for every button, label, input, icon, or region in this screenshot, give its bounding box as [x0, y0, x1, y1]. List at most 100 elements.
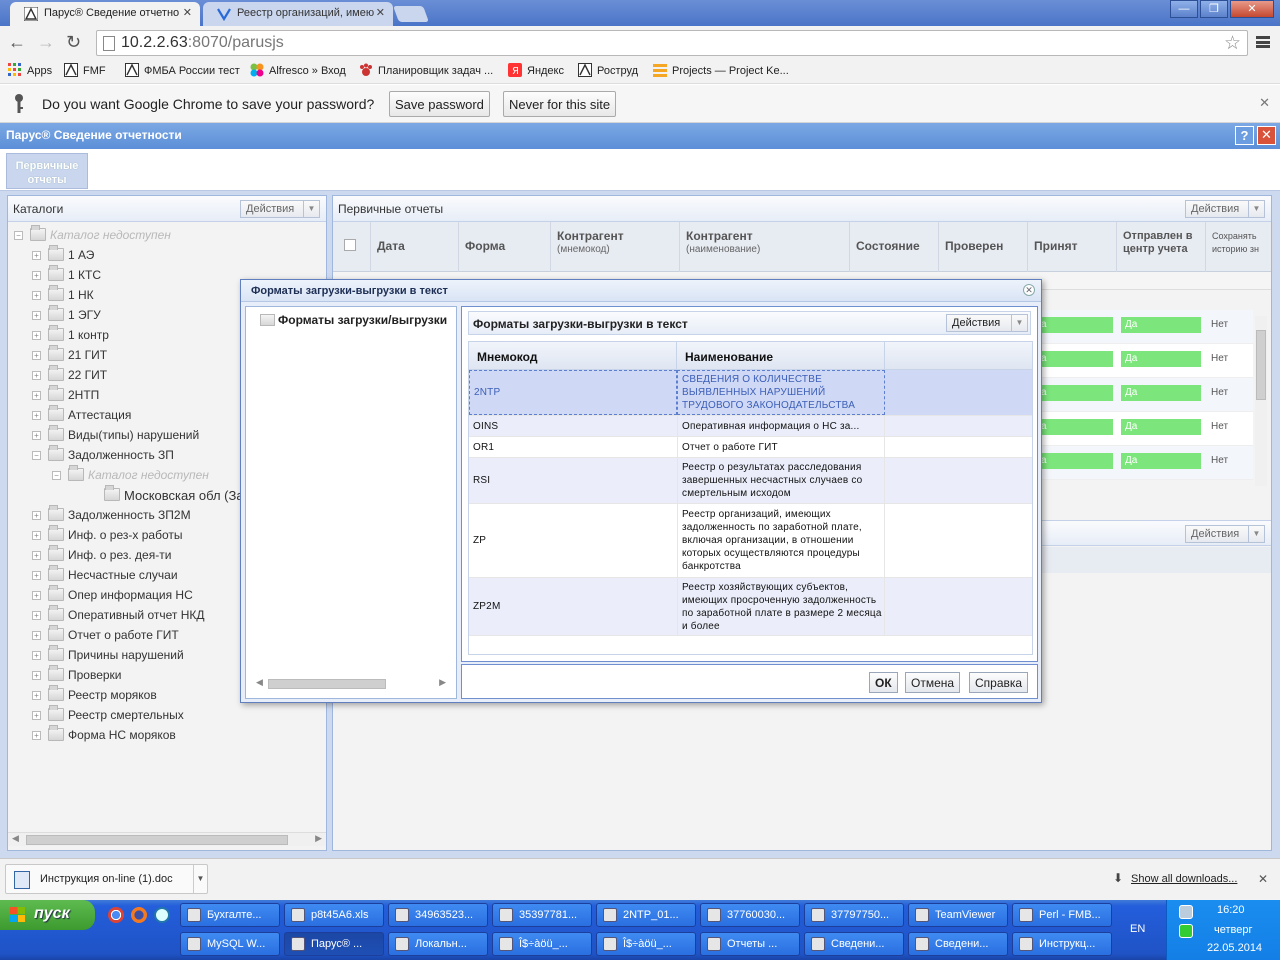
select-all-checkbox[interactable]	[344, 239, 356, 251]
bookmark-apps[interactable]: Apps	[8, 63, 52, 77]
expand-icon[interactable]: −	[52, 471, 61, 480]
taskbar-button[interactable]: Сведени...	[804, 932, 904, 956]
taskbar-button[interactable]: p8t45A6.xls	[284, 903, 384, 927]
expand-icon[interactable]: +	[32, 571, 41, 580]
col-checked[interactable]: Проверен	[939, 222, 1028, 272]
chrome-icon[interactable]	[108, 907, 124, 923]
bookmark-fmf[interactable]: FMF	[64, 63, 106, 77]
catalogs-hscroll[interactable]: ◀ ▶	[8, 832, 326, 846]
expand-icon[interactable]: +	[32, 671, 41, 680]
reload-icon[interactable]: ↻	[66, 32, 81, 53]
forward-icon[interactable]: →	[37, 32, 55, 53]
expand-icon[interactable]: +	[32, 271, 41, 280]
expand-icon[interactable]: +	[32, 311, 41, 320]
col-history[interactable]: Сохранять историю зн	[1206, 222, 1273, 272]
expand-icon[interactable]: +	[32, 291, 41, 300]
reports-actions-button[interactable]: Действия ▼	[1185, 200, 1265, 218]
expand-icon[interactable]: +	[32, 551, 41, 560]
table-row[interactable]: RSI Реестр о результатах расследования за…	[469, 458, 1032, 504]
show-all-downloads-link[interactable]: Show all downloads...	[1131, 873, 1237, 885]
taskbar-button[interactable]: Î$÷àöü_...	[596, 932, 696, 956]
help-button[interactable]: Справка	[969, 672, 1029, 693]
infobar-close-icon[interactable]: ✕	[1259, 95, 1270, 111]
taskbar-button[interactable]: Парус® ...	[284, 932, 384, 956]
expand-icon[interactable]: +	[32, 731, 41, 740]
expand-icon[interactable]: +	[32, 251, 41, 260]
taskbar-button[interactable]: 37797750...	[804, 903, 904, 927]
expand-icon[interactable]: −	[32, 451, 41, 460]
tree-node-formats[interactable]: Форматы загрузки/выгрузки	[260, 313, 452, 327]
expand-icon[interactable]: +	[32, 351, 41, 360]
close-window-button[interactable]: ✕	[1230, 0, 1274, 18]
expand-icon[interactable]: +	[32, 331, 41, 340]
detail-actions-button[interactable]: Действия ▼	[1185, 525, 1265, 543]
bookmark-planner[interactable]: Планировщик задач ...	[359, 63, 493, 77]
new-tab-button[interactable]	[393, 6, 429, 22]
expand-icon[interactable]: +	[32, 431, 41, 440]
save-password-button[interactable]: Save password	[389, 91, 490, 117]
table-row[interactable]: OINS Оперативная информация о НС за...	[469, 416, 1032, 437]
taskbar-button[interactable]: 2NTP_01...	[596, 903, 696, 927]
expand-icon[interactable]: −	[14, 231, 23, 240]
scroll-thumb[interactable]	[26, 835, 288, 845]
tab-parus[interactable]: Парус® Сведение отчетно ✕	[10, 2, 200, 26]
catalogs-actions-button[interactable]: Действия ▼	[240, 200, 320, 218]
expand-icon[interactable]: +	[32, 691, 41, 700]
taskbar-button[interactable]: Бухгалте...	[180, 903, 280, 927]
col-accepted[interactable]: Принят	[1028, 222, 1117, 272]
col-contractor-code[interactable]: Контрагент (мнемокод)	[551, 222, 680, 272]
taskbar-button[interactable]: 37760030...	[700, 903, 800, 927]
start-button[interactable]: пуск	[0, 900, 95, 930]
bookmark-star-icon[interactable]: ☆	[1224, 32, 1241, 55]
chevron-down-icon[interactable]: ▼	[193, 865, 207, 893]
taskbar-button[interactable]: Сведени...	[908, 932, 1008, 956]
url-text[interactable]: 10.2.2.63:8070/parusjs	[121, 34, 284, 52]
language-indicator[interactable]: EN	[1130, 923, 1145, 935]
expand-icon[interactable]: +	[32, 711, 41, 720]
address-bar[interactable]: 10.2.2.63:8070/parusjs ☆	[96, 30, 1248, 56]
dialog-tree-hscroll[interactable]: ◀ ▶	[246, 677, 456, 691]
tab-close-icon[interactable]: ✕	[183, 6, 192, 19]
cancel-button[interactable]: Отмена	[905, 672, 961, 693]
taskbar-button[interactable]: 34963523...	[388, 903, 488, 927]
taskbar-button[interactable]: Отчеты ...	[700, 932, 800, 956]
table-row[interactable]: OR1 Отчет о работе ГИТ	[469, 437, 1032, 458]
never-for-this-site-button[interactable]: Never for this site	[503, 91, 617, 117]
taskbar-button[interactable]: Perl - FMB...	[1012, 903, 1112, 927]
expand-icon[interactable]: +	[32, 411, 41, 420]
taskbar-button[interactable]: Локальн...	[388, 932, 488, 956]
expand-icon[interactable]: +	[32, 511, 41, 520]
reports-vscroll[interactable]	[1255, 316, 1267, 486]
expand-icon[interactable]: +	[32, 531, 41, 540]
bookmark-yandex[interactable]: Я Яндекс	[508, 63, 564, 77]
table-row[interactable]: ZP2M Реестр хозяйствующих субъектов, имею…	[469, 578, 1032, 636]
col-form[interactable]: Форма	[459, 222, 551, 272]
taskbar-button[interactable]: 35397781...	[492, 903, 592, 927]
expand-icon[interactable]: +	[32, 591, 41, 600]
tab-primary-reports[interactable]: Первичные отчеты	[6, 153, 88, 189]
help-icon[interactable]: ?	[1235, 126, 1254, 145]
ok-button[interactable]: ОК	[869, 672, 898, 693]
tab-close-icon[interactable]: ✕	[376, 6, 385, 19]
downloads-close-icon[interactable]: ✕	[1258, 872, 1268, 886]
bookmark-fmba[interactable]: ФМБА России тест	[125, 63, 240, 77]
taskbar-button[interactable]: TeamViewer	[908, 903, 1008, 927]
col-sent[interactable]: Отправлен в центр учета	[1117, 222, 1206, 272]
col-contractor-name[interactable]: Контрагент (наименование)	[680, 222, 850, 272]
col-mnemocode[interactable]: Мнемокод	[469, 342, 677, 370]
dialog-actions-button[interactable]: Действия ▼	[946, 314, 1028, 332]
bookmark-rostrud[interactable]: Роструд	[578, 63, 638, 77]
table-row[interactable]: 2NTP СВЕДЕНИЯ О КОЛИЧЕСТВЕ ВЫЯВЛЕННЫХ НАР…	[469, 370, 1032, 416]
taskbar-button[interactable]: Инструкц...	[1012, 932, 1112, 956]
expand-icon[interactable]: +	[32, 391, 41, 400]
maximize-button[interactable]: ❐	[1200, 0, 1228, 18]
expand-icon[interactable]: +	[32, 371, 41, 380]
taskbar-button[interactable]: Î$÷àöü_...	[492, 932, 592, 956]
security-icon[interactable]	[1179, 924, 1193, 938]
network-icon[interactable]	[1179, 905, 1193, 919]
dialog-close-icon[interactable]: ✕	[1023, 284, 1035, 296]
scroll-thumb[interactable]	[268, 679, 386, 689]
expand-icon[interactable]: +	[32, 651, 41, 660]
col-date[interactable]: Дата	[371, 222, 459, 272]
app-close-icon[interactable]: ✕	[1257, 126, 1276, 145]
